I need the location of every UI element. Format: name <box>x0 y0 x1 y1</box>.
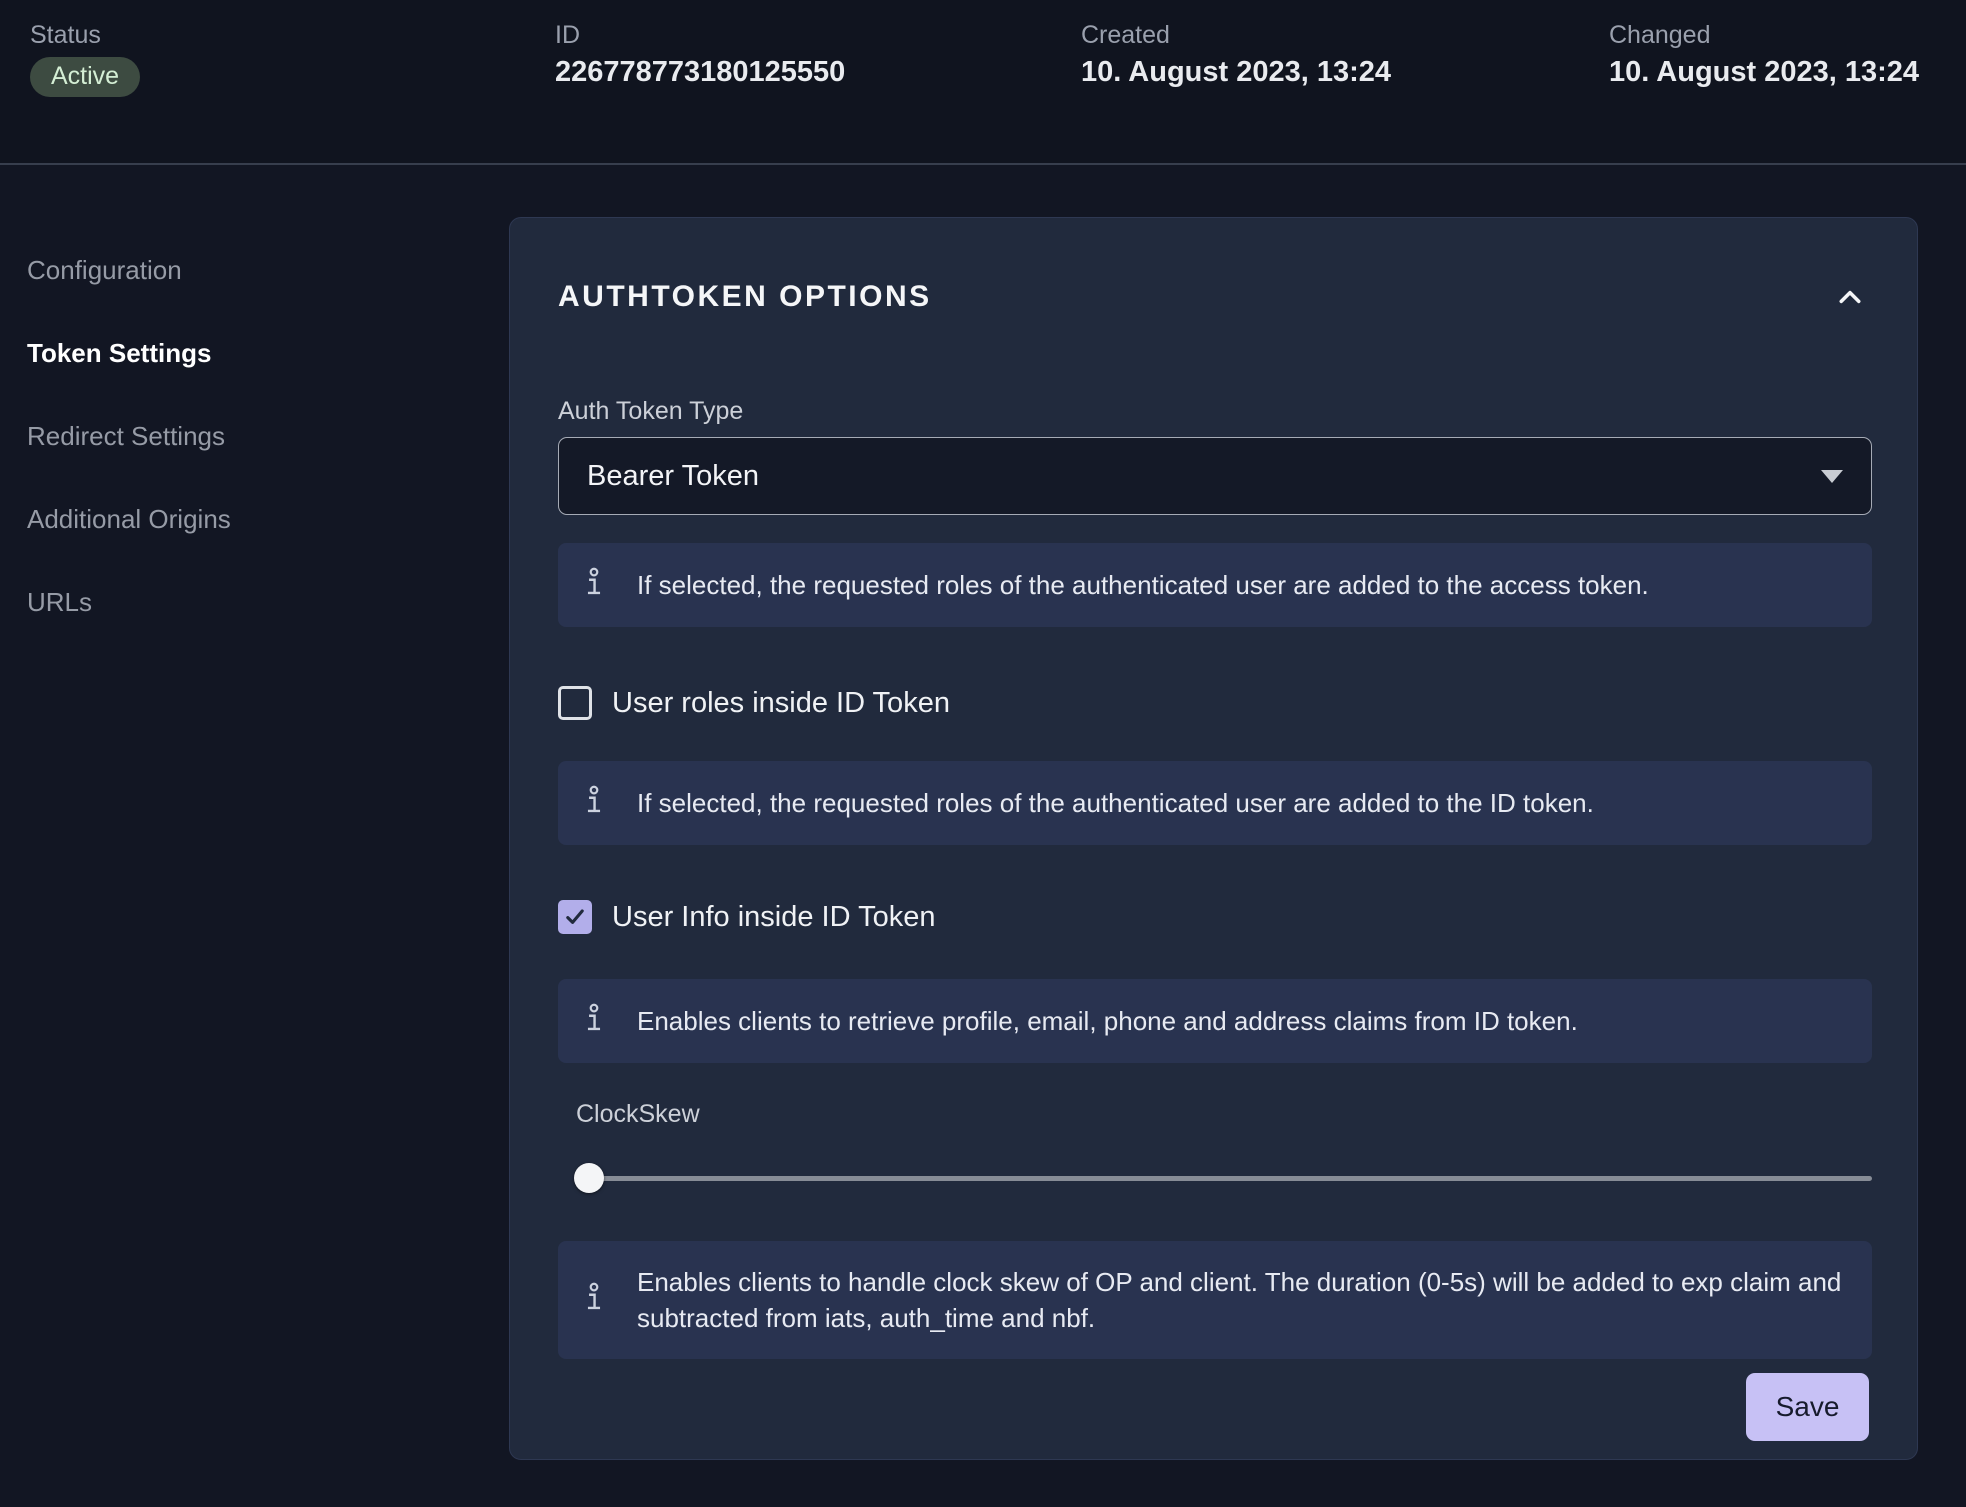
authtoken-options-card: AUTHTOKEN OPTIONS Auth Token Type Bearer… <box>509 217 1918 1460</box>
sidebar-item-label: Configuration <box>27 255 182 285</box>
info-icon <box>583 1003 605 1039</box>
info-text: If selected, the requested roles of the … <box>637 785 1594 821</box>
auth-token-type-value: Bearer Token <box>587 460 759 493</box>
sidebar-item-additional-origins[interactable]: Additional Origins <box>27 503 231 535</box>
sidebar-item-configuration[interactable]: Configuration <box>27 254 182 286</box>
info-text: If selected, the requested roles of the … <box>637 567 1649 603</box>
auth-token-type-label: Auth Token Type <box>558 395 1872 427</box>
changed-value: 10. August 2023, 13:24 <box>1609 53 1919 91</box>
clockskew-info-box: Enables clients to handle clock skew of … <box>558 1241 1872 1359</box>
info-icon <box>583 567 605 603</box>
sidebar-item-redirect-settings[interactable]: Redirect Settings <box>27 420 225 452</box>
dropdown-caret-icon <box>1821 470 1843 483</box>
card-header: AUTHTOKEN OPTIONS <box>558 275 1872 319</box>
sidebar-item-label: Redirect Settings <box>27 421 225 451</box>
detail-header: Status Active ID 226778773180125550 Crea… <box>0 0 1966 165</box>
id-value: 226778773180125550 <box>555 53 845 91</box>
card-actions: Save <box>558 1373 1872 1441</box>
info-icon <box>583 785 605 821</box>
checkbox-checked-icon <box>558 900 592 934</box>
info-text: Enables clients to retrieve profile, ema… <box>637 1003 1578 1039</box>
changed-column: Changed 10. August 2023, 13:24 <box>1609 20 1966 163</box>
sidebar-item-urls[interactable]: URLs <box>27 586 92 618</box>
status-column: Status Active <box>30 20 555 163</box>
created-label: Created <box>1081 20 1170 50</box>
auth-token-type-select[interactable]: Bearer Token <box>558 437 1872 515</box>
settings-nav: Configuration Token Settings Redirect Se… <box>0 167 509 669</box>
user-info-checkbox-row[interactable]: User Info inside ID Token <box>558 897 935 937</box>
clockskew-section: ClockSkew <box>558 1063 1872 1193</box>
clockskew-slider[interactable] <box>576 1163 1872 1193</box>
info-icon <box>583 1282 605 1318</box>
slider-track[interactable] <box>576 1176 1872 1181</box>
chevron-up-icon <box>1835 282 1865 312</box>
sidebar-item-label: URLs <box>27 587 92 617</box>
id-label: ID <box>555 20 580 50</box>
slider-thumb[interactable] <box>574 1163 604 1193</box>
sidebar-item-token-settings[interactable]: Token Settings <box>27 337 211 369</box>
sidebar-item-label: Additional Origins <box>27 504 231 534</box>
collapse-button[interactable] <box>1828 275 1872 319</box>
save-button[interactable]: Save <box>1746 1373 1869 1441</box>
user-roles-checkbox-row[interactable]: User roles inside ID Token <box>558 683 950 723</box>
created-column: Created 10. August 2023, 13:24 <box>1081 20 1609 163</box>
info-text: Enables clients to handle clock skew of … <box>637 1264 1847 1336</box>
checkbox-label: User Info inside ID Token <box>612 901 935 934</box>
user-info-info-box: Enables clients to retrieve profile, ema… <box>558 979 1872 1063</box>
changed-label: Changed <box>1609 20 1710 50</box>
checkbox-label: User roles inside ID Token <box>612 687 950 720</box>
id-column: ID 226778773180125550 <box>555 20 1081 163</box>
clockskew-label: ClockSkew <box>576 1099 1872 1129</box>
status-badge: Active <box>30 57 140 97</box>
card-title: AUTHTOKEN OPTIONS <box>558 278 932 316</box>
status-label: Status <box>30 20 101 50</box>
sidebar-item-label: Token Settings <box>27 338 211 368</box>
checkbox-unchecked-icon <box>558 686 592 720</box>
created-value: 10. August 2023, 13:24 <box>1081 53 1391 91</box>
access-token-info-box: If selected, the requested roles of the … <box>558 543 1872 627</box>
id-token-roles-info-box: If selected, the requested roles of the … <box>558 761 1872 845</box>
